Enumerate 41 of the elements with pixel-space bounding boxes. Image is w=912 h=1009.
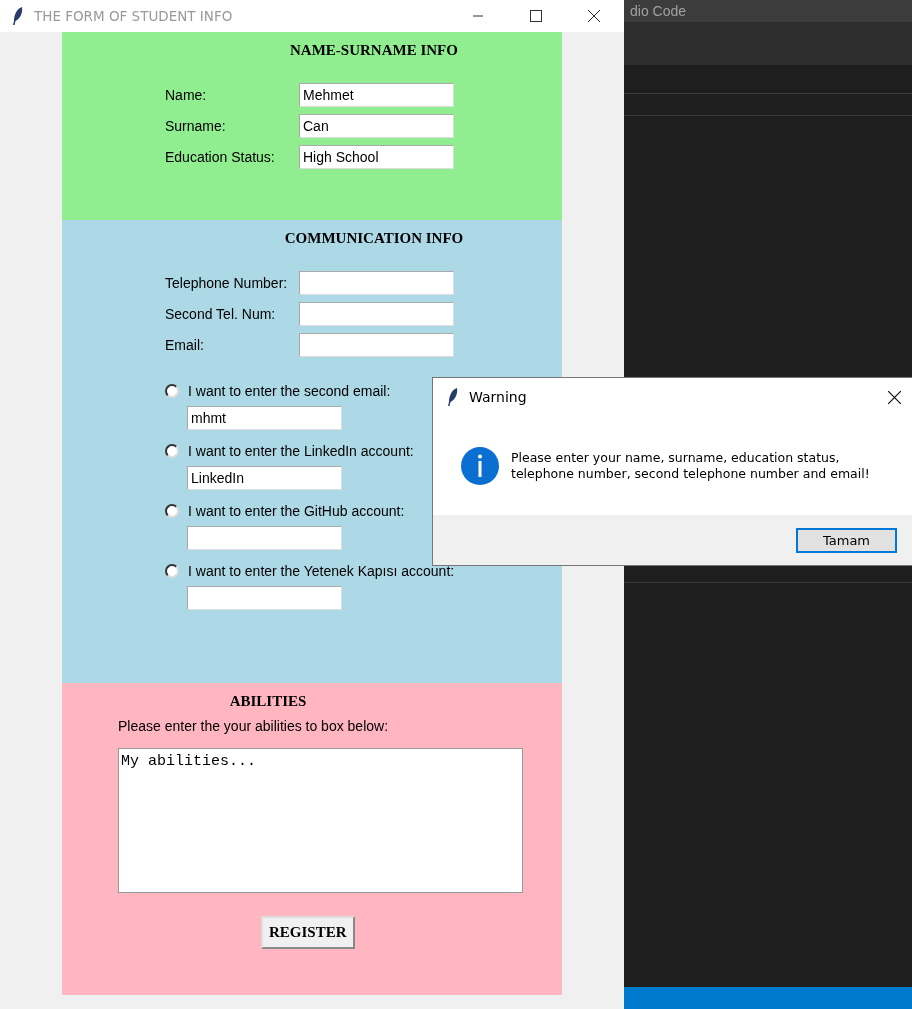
input-field[interactable] (299, 333, 454, 357)
radio-button[interactable] (165, 384, 179, 398)
radio-button[interactable] (165, 444, 179, 458)
option-label: I want to enter the second email: (188, 383, 391, 399)
option-label: I want to enter the GitHub account: (188, 503, 405, 519)
section-heading: NAME-SURNAME INFO (289, 42, 459, 60)
close-icon[interactable] (588, 10, 600, 22)
dialog-title: Warning (469, 389, 527, 405)
ok-button[interactable]: Tamam (796, 527, 897, 553)
option-label: I want to enter the LinkedIn account: (188, 443, 414, 459)
input-field[interactable]: mhmt (187, 406, 342, 430)
window-title: dio Code (630, 3, 687, 19)
warning-message: Please enter your name, surname, education status, telephone number, second telephone number and email! (511, 449, 870, 482)
input-field[interactable]: LinkedIn (187, 466, 342, 490)
field-label: Surname: (165, 118, 227, 134)
register-button[interactable]: REGISTER (261, 916, 355, 949)
feather-icon (12, 6, 24, 26)
field-label: Name: (165, 87, 208, 103)
close-icon[interactable] (888, 390, 901, 404)
field-label: Telephone Number: (165, 275, 289, 291)
section-heading: ABILITIES (228, 693, 308, 711)
window-title: THE FORM OF STUDENT INFO (34, 8, 233, 24)
input-field[interactable] (187, 586, 342, 610)
maximize-icon[interactable] (530, 10, 542, 22)
instruction-text: Please enter the your abilities to box below: (118, 718, 390, 734)
input-field[interactable]: High School (299, 145, 454, 169)
field-label: Education Status: (165, 149, 276, 165)
input-field[interactable] (299, 302, 454, 326)
radio-button[interactable] (165, 564, 179, 578)
input-field[interactable]: Can (299, 114, 454, 138)
info-icon (461, 446, 499, 485)
abilities-text-area[interactable]: My abilities... (118, 748, 523, 893)
field-label: Email: (165, 337, 205, 353)
section-heading: COMMUNICATION INFO (283, 230, 465, 248)
input-field[interactable] (299, 271, 454, 295)
feather-icon (447, 387, 459, 407)
option-label: I want to enter the Yetenek Kapısı account: (188, 563, 455, 579)
input-field[interactable] (187, 526, 342, 550)
input-field[interactable]: Mehmet (299, 83, 454, 107)
field-label: Second Tel. Num: (165, 306, 277, 322)
radio-button[interactable] (165, 504, 179, 518)
